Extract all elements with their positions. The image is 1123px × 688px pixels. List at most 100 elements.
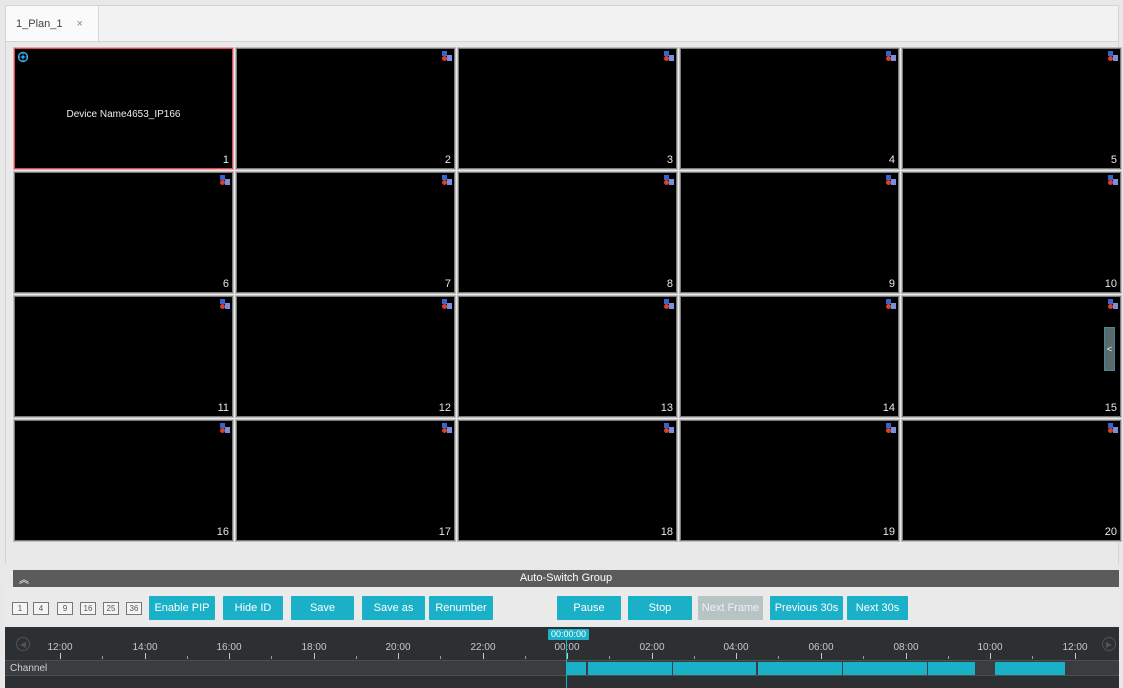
stream-status-icon[interactable] [1108,175,1118,185]
recording-segment[interactable] [566,662,586,675]
stream-status-icon[interactable] [664,299,674,309]
video-cell[interactable]: 7 [235,171,456,294]
stream-status-icon[interactable] [664,51,674,61]
stream-status-icon[interactable] [886,175,896,185]
video-cell[interactable]: 8 [457,171,678,294]
video-cell[interactable]: 19 [679,419,900,542]
layout-36-button[interactable]: 36 [126,602,142,615]
video-cell[interactable]: 13 [457,295,678,418]
video-cell[interactable]: 14 [679,295,900,418]
next-30s-button[interactable]: Next 30s [847,596,908,620]
stream-status-icon[interactable] [220,423,230,433]
timeline-minor-tick [609,656,610,659]
previous-30s-button[interactable]: Previous 30s [770,596,843,620]
hide-id-button[interactable]: Hide ID [223,596,283,620]
next-frame-button[interactable]: Next Frame [698,596,763,620]
auto-switch-group-bar[interactable]: ︽ Auto-Switch Group [13,570,1119,587]
save-button[interactable]: Save [291,596,354,620]
renumber-button[interactable]: Renumber [429,596,493,620]
timeline-major-tick [567,653,568,659]
stream-status-icon[interactable] [220,299,230,309]
cell-number: 14 [882,402,895,414]
stream-status-icon[interactable] [220,175,230,185]
recording-segment[interactable] [588,662,672,675]
stop-button[interactable]: Stop [628,596,692,620]
stream-status-icon[interactable] [1108,299,1118,309]
channel-row[interactable]: Channel [5,660,1119,676]
timeline-major-tick [398,653,399,659]
layout-1-button[interactable]: 1 [12,602,28,615]
stream-status-icon[interactable] [442,299,452,309]
timeline-tick-label: 10:00 [977,642,1003,653]
control-bar: 1 4 9 16 25 36 Enable PIP Hide ID Save S… [5,587,1119,625]
timeline-tick-label: 14:00 [132,642,158,653]
save-as-button[interactable]: Save as [362,596,425,620]
recording-segment[interactable] [843,662,927,675]
video-cell[interactable]: 3 [457,47,678,170]
video-cell[interactable]: 9 [679,171,900,294]
recording-segment[interactable] [1012,662,1065,675]
timeline-minor-tick [778,656,779,659]
video-cell[interactable]: 16 [13,419,234,542]
tab-label: 1_Plan_1 [16,17,63,30]
video-cell[interactable]: 12 [235,295,456,418]
timeline-minor-tick [356,656,357,659]
cell-number: 18 [660,526,673,538]
layout-4-button[interactable]: 4 [33,602,49,615]
timeline-minor-tick [863,656,864,659]
layout-9-button[interactable]: 9 [57,602,73,615]
channel-label: Channel [10,663,48,674]
cell-number: 20 [1104,526,1117,538]
video-cell[interactable]: 2 [235,47,456,170]
video-cell[interactable]: 17 [235,419,456,542]
side-panel-toggle[interactable]: < [1104,327,1115,371]
timeline-tick-label: 00:00 [554,642,580,653]
timeline-prev-icon[interactable]: ◀ [16,637,30,651]
recording-segment[interactable] [995,662,1012,675]
device-name-label: Device Name4653_IP166 [66,109,181,120]
stream-status-icon[interactable] [442,423,452,433]
recording-segment[interactable] [758,662,842,675]
playback-timeline[interactable]: ◀ ▶ 00:00:00 Channel 12:00 14:00 16:00 18:0… [5,627,1119,688]
stream-status-icon[interactable] [886,299,896,309]
tab-plan-1[interactable]: 1_Plan_1 × [6,6,99,41]
stream-status-icon[interactable] [442,51,452,61]
layout-25-button[interactable]: 25 [103,602,119,615]
stream-status-icon[interactable] [886,423,896,433]
cell-number: 10 [1104,278,1117,290]
video-cell[interactable]: 20 [901,419,1122,542]
video-cell[interactable]: 4 [679,47,900,170]
close-icon[interactable]: × [77,18,83,30]
timeline-major-tick [314,653,315,659]
timeline-major-tick [821,653,822,659]
cell-number: 9 [888,278,895,290]
enable-pip-button[interactable]: Enable PIP [149,596,215,620]
timeline-major-tick [483,653,484,659]
stream-status-icon[interactable] [1108,51,1118,61]
stream-status-icon[interactable] [664,175,674,185]
video-cell[interactable]: 10 [901,171,1122,294]
stream-status-icon[interactable] [886,51,896,61]
stream-status-icon[interactable] [1108,423,1118,433]
video-cell[interactable]: 15 [901,295,1122,418]
layout-16-button[interactable]: 16 [80,602,96,615]
timeline-minor-tick [525,656,526,659]
fisheye-icon[interactable] [17,51,29,63]
cell-number: 1 [222,154,229,166]
recording-segment[interactable] [928,662,975,675]
timeline-minor-tick [694,656,695,659]
timeline-minor-tick [440,656,441,659]
video-cell[interactable]: 18 [457,419,678,542]
timeline-minor-tick [948,656,949,659]
stream-status-icon[interactable] [442,175,452,185]
timeline-major-tick [1075,653,1076,659]
video-cell[interactable]: Device Name4653_IP166 1 [13,47,234,170]
video-cell[interactable]: 6 [13,171,234,294]
timeline-next-icon[interactable]: ▶ [1102,637,1116,651]
recording-segment[interactable] [673,662,756,675]
pause-button[interactable]: Pause [557,596,621,620]
video-cell[interactable]: 11 [13,295,234,418]
cell-number: 12 [438,402,451,414]
video-cell[interactable]: 5 [901,47,1122,170]
stream-status-icon[interactable] [664,423,674,433]
